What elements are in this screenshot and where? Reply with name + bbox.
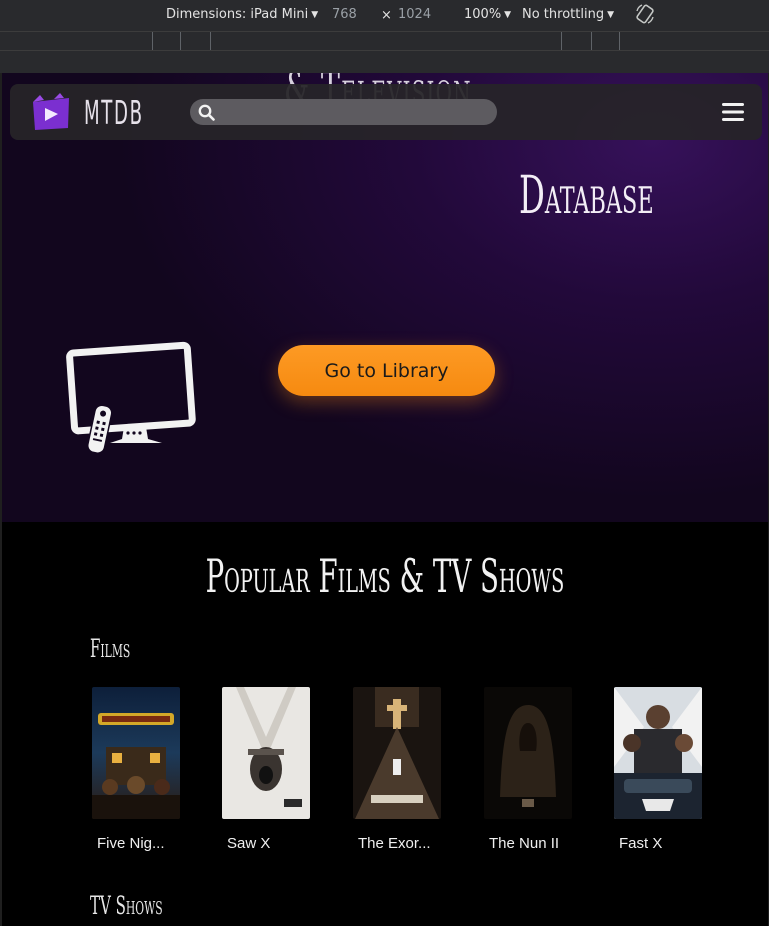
poster-image[interactable]: [222, 687, 310, 819]
hamburger-menu-icon[interactable]: [722, 102, 744, 122]
hero-heading-line2: Database: [519, 166, 654, 226]
times-icon: ×: [381, 8, 392, 23]
poster-image[interactable]: [484, 687, 572, 819]
search-input[interactable]: [190, 99, 497, 125]
page-viewport: & Television Database Go to Library: [2, 73, 768, 926]
devtools-device-toolbar: Dimensions: iPad Mini ▼ 768 × 1024 100% ▼ …: [0, 0, 769, 31]
film-title[interactable]: Saw X: [227, 835, 270, 852]
dimensions-label: Dimensions: iPad Mini: [166, 7, 309, 22]
chevron-down-icon: ▼: [311, 10, 319, 20]
chevron-down-icon: ▼: [504, 10, 512, 20]
width-input[interactable]: 768: [332, 7, 357, 22]
zoom-label: 100%: [464, 7, 502, 22]
search-icon: [198, 104, 215, 121]
film-title[interactable]: The Nun II: [489, 835, 559, 852]
poster-image[interactable]: [353, 687, 441, 819]
height-input[interactable]: 1024: [398, 7, 431, 22]
dimensions-dropdown[interactable]: Dimensions: iPad Mini ▼: [166, 7, 318, 22]
logo-text[interactable]: MTDB: [84, 93, 144, 132]
go-to-library-button[interactable]: Go to Library: [278, 345, 495, 396]
popular-title-text: Popular Films & TV Shows: [205, 549, 565, 603]
tv-remote-icon: [66, 341, 196, 454]
top-navbar: MTDB: [10, 84, 762, 140]
media-query-ruler: [0, 31, 769, 51]
rotate-icon[interactable]: [634, 3, 656, 25]
films-heading: Films: [90, 634, 131, 663]
zoom-dropdown[interactable]: 100% ▼: [464, 7, 511, 22]
tv-shows-heading: TV Shows: [90, 891, 163, 920]
throttling-label: No throttling: [522, 7, 605, 22]
film-title[interactable]: The Exor...: [358, 835, 431, 852]
poster-image[interactable]: [92, 687, 180, 819]
device-frame-gap: [0, 51, 769, 73]
chevron-down-icon: ▼: [607, 10, 614, 20]
film-title[interactable]: Fast X: [619, 835, 662, 852]
throttling-dropdown[interactable]: No throttling ▼: [522, 7, 614, 22]
logo-icon[interactable]: [30, 92, 72, 132]
popular-section-title: Popular Films & TV Shows: [2, 549, 768, 603]
film-title[interactable]: Five Nig...: [97, 835, 165, 852]
hero-section: & Television Database Go to Library: [2, 73, 768, 522]
poster-image[interactable]: [614, 687, 702, 819]
